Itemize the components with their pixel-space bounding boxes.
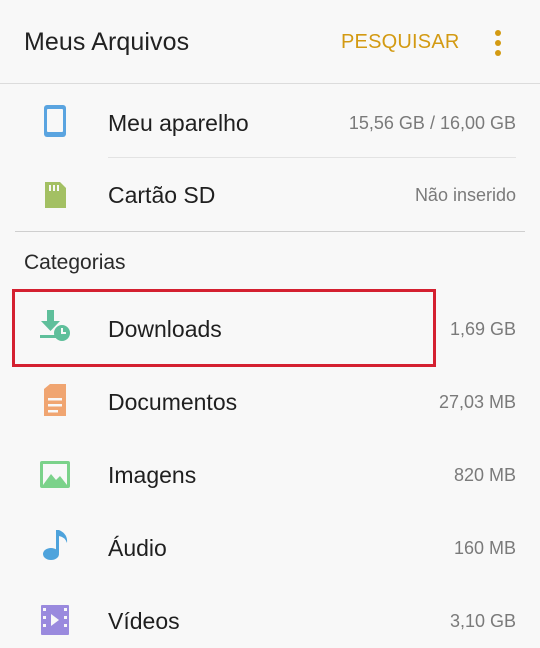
section-divider xyxy=(15,231,525,232)
category-item-label: Documentos xyxy=(108,389,238,415)
storage-item-value: Não inserido xyxy=(414,185,516,205)
video-icon xyxy=(41,605,69,635)
more-vertical-icon[interactable] xyxy=(486,28,510,58)
sd-card-icon xyxy=(45,182,66,208)
category-item-label: Imagens xyxy=(108,462,197,488)
storage-item-label: Cartão SD xyxy=(108,182,216,208)
category-item-value: 27,03 MB xyxy=(438,392,516,412)
section-header-categories: Categorias xyxy=(24,251,126,274)
storage-item-value: 15,56 GB / 16,00 GB xyxy=(348,113,516,133)
category-item-value: 160 MB xyxy=(453,538,516,558)
category-item-value: 820 MB xyxy=(453,465,516,485)
phone-icon xyxy=(44,105,66,137)
search-button[interactable]: PESQUISAR xyxy=(341,31,460,54)
category-item-documents[interactable]: Documentos 27,03 MB xyxy=(0,365,540,437)
storage-item-sd-card[interactable]: Cartão SD Não inserido xyxy=(0,158,540,230)
category-item-videos[interactable]: Vídeos 3,10 GB xyxy=(0,584,540,648)
category-item-value: 3,10 GB xyxy=(449,611,516,631)
my-files-screen: Meus Arquivos PESQUISAR Meu aparelho 15,… xyxy=(0,0,540,648)
category-item-value: 1,69 GB xyxy=(449,319,516,339)
highlight-box xyxy=(12,289,436,367)
header-divider xyxy=(0,83,540,84)
music-note-icon xyxy=(43,530,68,560)
app-title: Meus Arquivos xyxy=(24,28,190,56)
storage-item-device[interactable]: Meu aparelho 15,56 GB / 16,00 GB xyxy=(0,86,540,158)
document-icon xyxy=(44,384,66,416)
image-icon xyxy=(40,461,70,488)
category-item-images[interactable]: Imagens 820 MB xyxy=(0,438,540,510)
storage-item-label: Meu aparelho xyxy=(108,110,249,136)
app-bar: Meus Arquivos PESQUISAR xyxy=(0,0,540,84)
category-item-label: Vídeos xyxy=(108,608,180,634)
category-item-label: Áudio xyxy=(108,535,167,561)
category-item-audio[interactable]: Áudio 160 MB xyxy=(0,511,540,583)
